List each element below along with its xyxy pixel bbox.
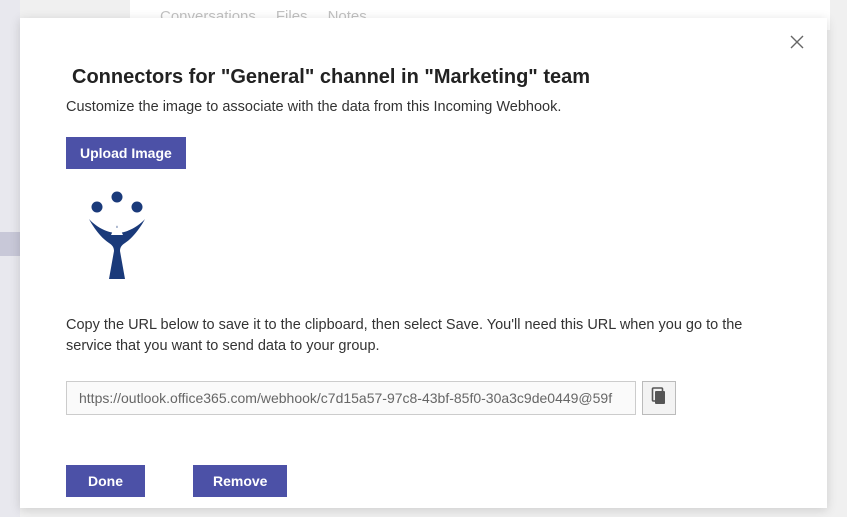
webhook-url-input[interactable]: [66, 381, 636, 415]
connector-logo: [72, 187, 162, 287]
modal-title: Connectors for "General" channel in "Mar…: [72, 66, 781, 89]
close-button[interactable]: [785, 32, 809, 56]
copy-icon: [651, 387, 667, 410]
background-sidebar-highlight: [0, 232, 20, 256]
action-row: Done Remove: [66, 465, 781, 497]
jira-icon: [79, 187, 155, 288]
connectors-modal: Connectors for "General" channel in "Mar…: [20, 18, 827, 508]
upload-image-button[interactable]: Upload Image: [66, 137, 186, 169]
done-button[interactable]: Done: [66, 465, 145, 497]
close-icon: [790, 35, 804, 54]
copy-url-button[interactable]: [642, 381, 676, 415]
background-sidebar: [0, 0, 20, 517]
modal-subtitle: Customize the image to associate with th…: [66, 99, 781, 115]
url-row: [66, 381, 781, 415]
remove-button[interactable]: Remove: [193, 465, 287, 497]
url-description: Copy the URL below to save it to the cli…: [66, 315, 781, 357]
